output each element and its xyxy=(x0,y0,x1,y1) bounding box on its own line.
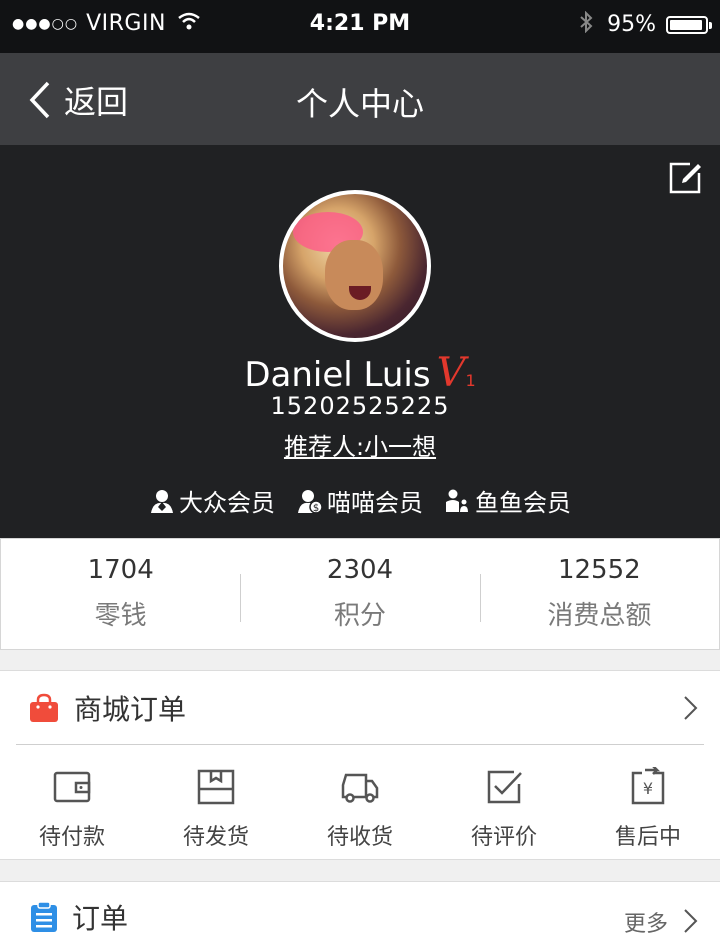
clipboard-list-icon xyxy=(31,901,57,932)
shop-orders-title: 商城订单 xyxy=(74,692,187,726)
avatar[interactable] xyxy=(279,190,431,342)
wallet-icon xyxy=(53,771,91,803)
badge-label: 喵喵会员 xyxy=(327,489,423,517)
orders-more-link[interactable]: 更多 xyxy=(624,906,668,938)
referrer: 推荐人:小一想 xyxy=(0,427,720,462)
truck-icon xyxy=(341,773,379,803)
user-group-icon xyxy=(446,489,468,512)
status-right: 95% xyxy=(579,10,712,38)
membership-badge[interactable]: 鱼鱼会员 xyxy=(445,483,571,518)
order-status-label: 待收货 xyxy=(326,825,393,850)
profile-header: Daniel Luis V 1 15202525225 推荐人:小一想 大众会员… xyxy=(0,145,720,538)
orders-row[interactable]: 订单 更多 xyxy=(0,881,720,951)
shopping-bag-icon xyxy=(30,693,58,722)
account-stats: 1704 零钱 2304 积分 12552 消费总额 xyxy=(0,538,720,650)
battery-percent: 95% xyxy=(607,12,656,37)
order-status-pending-review[interactable]: 待评价 xyxy=(432,767,576,851)
stat-label: 积分 xyxy=(333,601,386,631)
battery-icon xyxy=(666,15,712,34)
user-name: Daniel Luis xyxy=(244,355,431,395)
chevron-right-icon xyxy=(684,909,698,933)
stat-total-spent[interactable]: 12552 消费总额 xyxy=(479,539,719,649)
stat-value: 1704 xyxy=(87,555,154,585)
user-pin-icon xyxy=(151,489,173,513)
order-status-label: 售后中 xyxy=(614,825,681,850)
chevron-right-icon xyxy=(684,696,698,720)
order-status-label: 待付款 xyxy=(38,825,105,850)
stat-change[interactable]: 1704 零钱 xyxy=(1,539,240,649)
check-square-icon xyxy=(487,770,522,804)
order-status-list: 待付款 待发货 待收货 待评价 ¥ 售后中 xyxy=(0,765,720,851)
avatar-face xyxy=(325,240,383,310)
bluetooth-icon xyxy=(579,10,593,38)
refund-icon: ¥ xyxy=(631,765,665,805)
stat-value: 2304 xyxy=(326,555,394,585)
membership-badge[interactable]: $ 喵喵会员 xyxy=(297,483,423,518)
badge-label: 大众会员 xyxy=(179,489,275,517)
referrer-link[interactable]: 推荐人:小一想 xyxy=(284,433,436,461)
order-status-pending-shipment[interactable]: 待发货 xyxy=(144,767,288,851)
badge-label: 鱼鱼会员 xyxy=(475,489,571,517)
order-status-label: 待发货 xyxy=(182,825,249,850)
stat-value: 12552 xyxy=(557,555,641,585)
stat-label: 零钱 xyxy=(94,601,147,631)
vip-level: 1 xyxy=(465,371,476,390)
user-phone: 15202525225 xyxy=(270,392,450,420)
order-status-after-sales[interactable]: ¥ 售后中 xyxy=(576,765,720,851)
order-status-pending-receipt[interactable]: 待收货 xyxy=(288,767,432,851)
box-icon xyxy=(197,769,235,805)
edit-icon[interactable] xyxy=(668,161,702,195)
shop-orders-card: 商城订单 待付款 待发货 待收货 待评价 ¥ 售后中 xyxy=(0,670,720,860)
orders-title: 订单 xyxy=(72,901,129,935)
user-coin-icon: $ xyxy=(298,489,323,514)
chevron-left-icon xyxy=(29,81,50,119)
vip-badge: V xyxy=(436,350,466,396)
membership-badge[interactable]: 大众会员 xyxy=(149,483,275,518)
svg-text:$: $ xyxy=(313,503,319,514)
stat-points[interactable]: 2304 积分 xyxy=(240,539,479,649)
navigation-bar: 返回 个人中心 xyxy=(0,53,720,145)
back-label: 返回 xyxy=(64,83,129,121)
name-row: Daniel Luis V 1 xyxy=(0,350,720,396)
shop-orders-header[interactable]: 商城订单 xyxy=(16,671,704,745)
stat-label: 消费总额 xyxy=(547,601,652,631)
status-bar: ●●●○○ VIRGIN 4:21 PM 95% xyxy=(0,0,720,53)
order-status-pending-payment[interactable]: 待付款 xyxy=(0,767,144,851)
back-button[interactable]: 返回 xyxy=(26,77,128,123)
order-status-label: 待评价 xyxy=(470,825,537,850)
battery-fill xyxy=(670,19,703,30)
svg-text:¥: ¥ xyxy=(643,779,653,798)
membership-badges: 大众会员 $ 喵喵会员 鱼鱼会员 xyxy=(0,483,720,518)
